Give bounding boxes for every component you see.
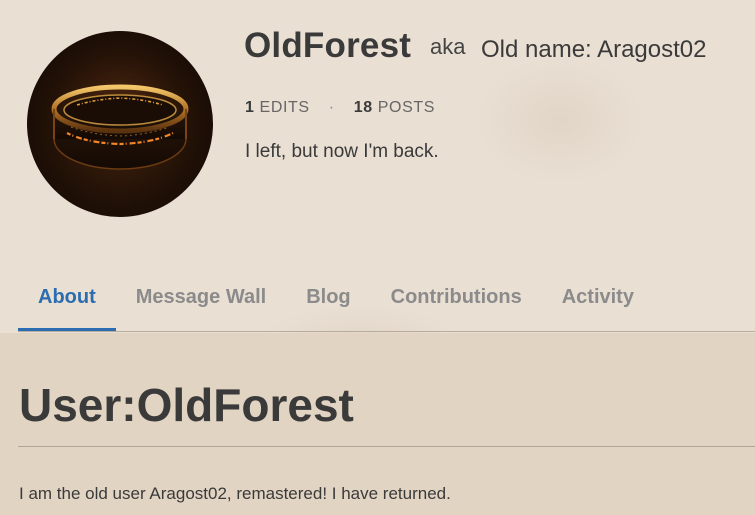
profile-tabs: About Message Wall Blog Contributions Ac… — [18, 283, 654, 333]
aka-label: aka — [430, 34, 466, 59]
profile-username: OldForest — [244, 26, 412, 65]
profile-bio: I left, but now I'm back. — [245, 141, 439, 162]
stats-separator: · — [328, 99, 335, 116]
edits-count: 1 — [245, 99, 255, 116]
tab-activity[interactable]: Activity — [542, 283, 654, 330]
ring-icon — [27, 31, 213, 217]
tab-message-wall[interactable]: Message Wall — [116, 283, 286, 330]
tabs-divider — [18, 331, 755, 332]
posts-count: 18 — [353, 99, 373, 116]
tab-contributions[interactable]: Contributions — [371, 283, 542, 330]
tab-about[interactable]: About — [18, 283, 116, 332]
tab-blog[interactable]: Blog — [286, 283, 370, 330]
avatar[interactable] — [27, 31, 213, 217]
page-body-text: I am the old user Aragost02, remastered!… — [19, 484, 451, 503]
page-title: User:OldForest — [19, 379, 354, 431]
posts-label[interactable]: POSTS — [378, 99, 435, 116]
edits-label[interactable]: EDITS — [260, 99, 310, 116]
profile-stats: 1 EDITS · 18 POSTS — [245, 99, 435, 117]
title-divider — [18, 446, 755, 447]
aka-value: Old name: Aragost02 — [481, 36, 707, 63]
